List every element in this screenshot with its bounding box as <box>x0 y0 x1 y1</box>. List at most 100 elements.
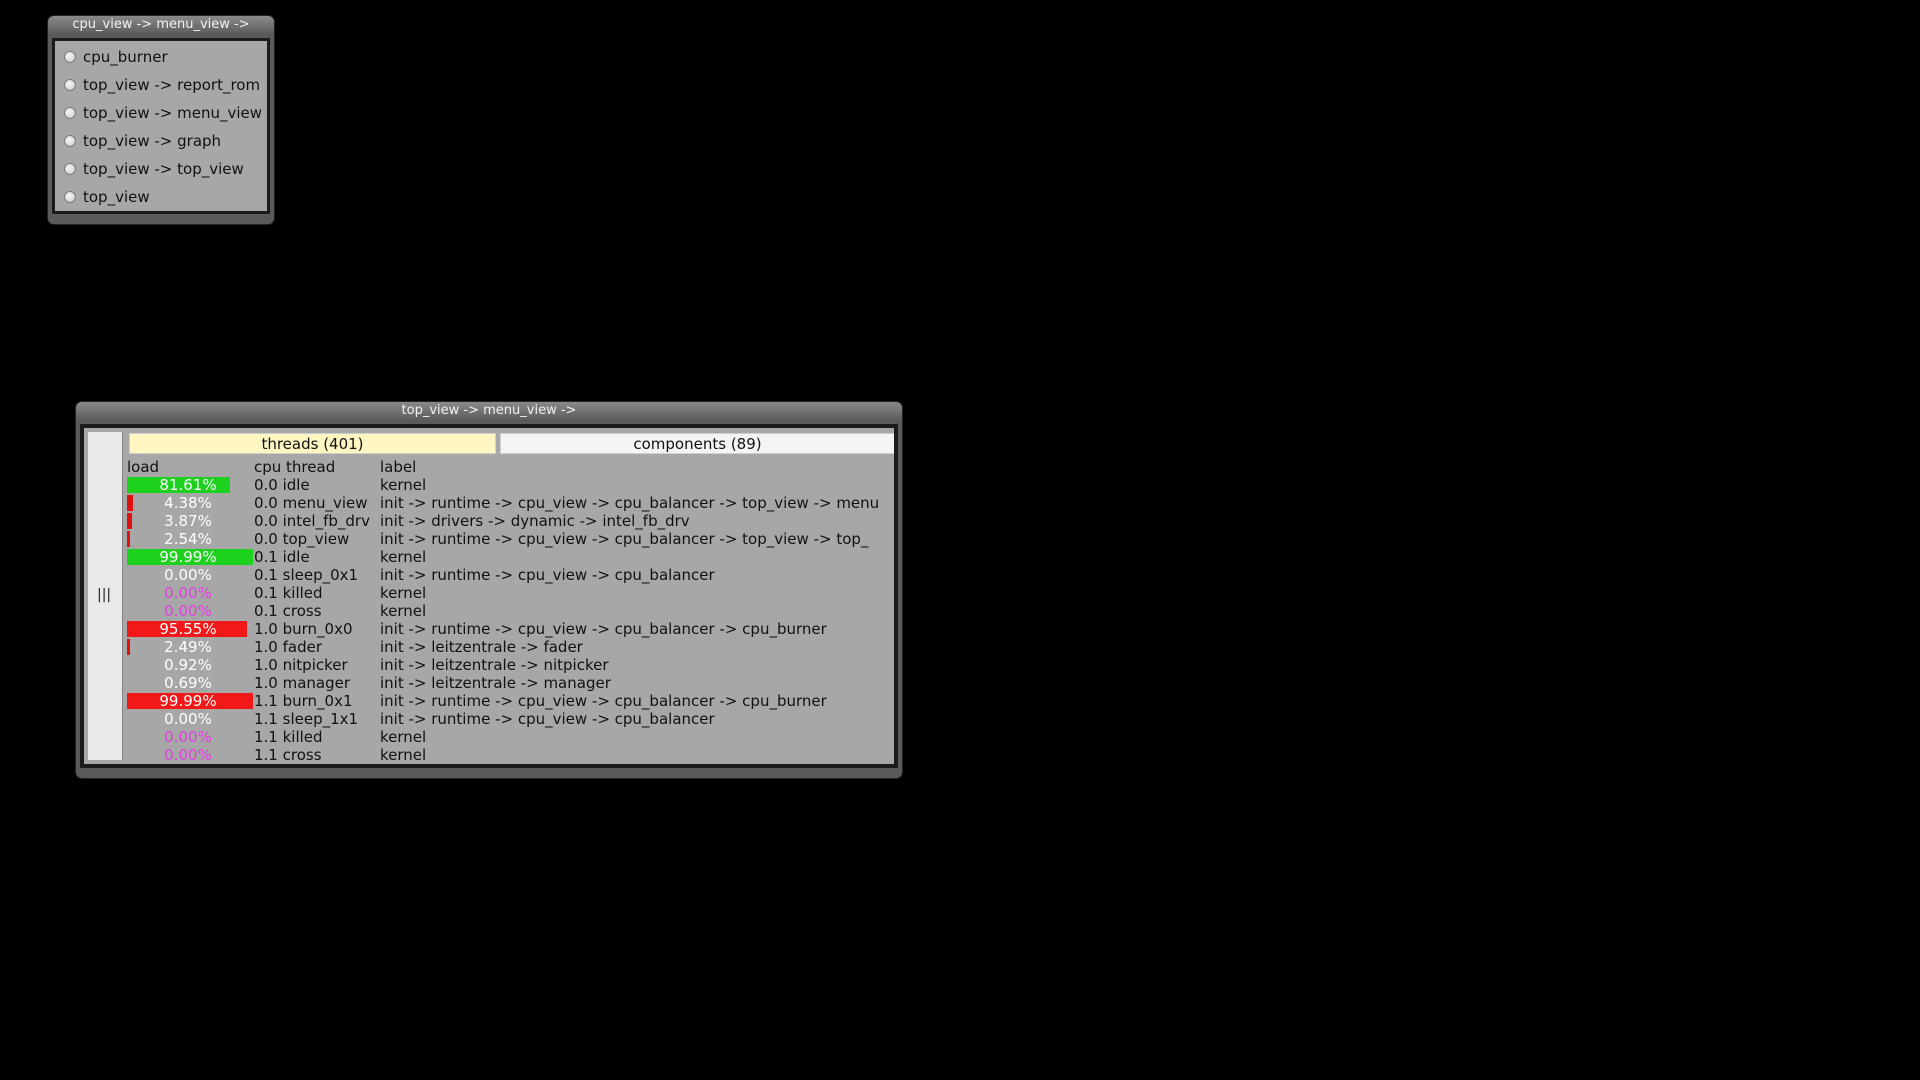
column-header-load[interactable]: load <box>127 458 159 476</box>
list-item-label: top_view -> top_view <box>83 160 244 178</box>
top-view-window: top_view -> menu_view -> ||| threads (40… <box>76 402 902 778</box>
table-row[interactable]: 0.00% 0.1 cross kernel <box>84 602 894 620</box>
list-item-label: top_view -> menu_view <box>83 104 263 122</box>
radio-button-icon[interactable] <box>64 79 76 91</box>
cpu-thread-cell: 1.0 fader <box>254 638 323 656</box>
column-header-cpu-thread[interactable]: cpu thread <box>254 458 335 476</box>
load-bar <box>127 513 132 529</box>
list-item[interactable]: cpu_burner <box>55 43 267 71</box>
radio-button-icon[interactable] <box>64 135 76 147</box>
table-row[interactable]: 0.92% 1.0 nitpicker init -> leitzentrale -… <box>84 656 894 674</box>
label-cell: init -> runtime -> cpu_view -> cpu_balan… <box>380 566 715 584</box>
list-item-label: top_view <box>83 188 150 206</box>
label-cell: init -> leitzentrale -> fader <box>380 638 583 656</box>
list-item[interactable]: top_view -> top_view <box>55 155 267 183</box>
window-frame: cpu_burner top_view -> report_rom top_view… <box>52 38 270 214</box>
cpu-thread-cell: 0.1 idle <box>254 548 310 566</box>
label-cell: init -> leitzentrale -> manager <box>380 674 611 692</box>
load-value: 0.00% <box>164 602 212 620</box>
label-cell: kernel <box>380 548 427 566</box>
list-item-label: top_view -> report_rom <box>83 76 261 94</box>
load-bar <box>127 495 133 511</box>
table-row[interactable]: 0.00% 1.1 killed kernel <box>84 728 894 746</box>
label-cell: init -> runtime -> cpu_view -> cpu_balan… <box>380 692 827 710</box>
list-item[interactable]: top_view <box>55 183 267 211</box>
table-row[interactable]: 95.55% 1.0 burn_0x0 init -> runtime -> cpu… <box>84 620 894 638</box>
table-row[interactable]: 0.00% 0.1 killed kernel <box>84 584 894 602</box>
list-item[interactable]: top_view -> report_rom <box>55 71 267 99</box>
table-row[interactable]: 0.00% 1.1 sleep_1x1 init -> runtime -> cpu… <box>84 710 894 728</box>
table-row[interactable]: 4.38% 0.0 menu_view init -> runtime -> cpu… <box>84 494 894 512</box>
load-value: 4.38% <box>164 494 212 512</box>
thread-table: 81.61% 0.0 idle kernel 4.38% 0.0 menu_view in… <box>84 476 894 764</box>
table-row[interactable]: 0.69% 1.0 manager init -> leitzentrale -> … <box>84 674 894 692</box>
label-cell: kernel <box>380 746 427 764</box>
list-item-label: top_view -> graph <box>83 132 222 150</box>
cpu-thread-cell: 1.0 burn_0x0 <box>254 620 353 638</box>
cpu-thread-cell: 0.0 top_view <box>254 530 350 548</box>
threads-panel: ||| threads (401) components (89) load c… <box>84 428 894 764</box>
radio-button-icon[interactable] <box>64 51 76 63</box>
label-cell: init -> runtime -> cpu_view -> cpu_balan… <box>380 530 869 548</box>
load-bar <box>127 639 130 655</box>
cpu-thread-cell: 0.0 intel_fb_drv <box>254 512 370 530</box>
load-bar <box>127 531 130 547</box>
table-row[interactable]: 99.99% 0.1 idle kernel <box>84 548 894 566</box>
label-cell: init -> runtime -> cpu_view -> cpu_balan… <box>380 620 827 638</box>
radio-button-icon[interactable] <box>64 107 76 119</box>
column-header-label[interactable]: label <box>380 458 416 476</box>
cpu-thread-cell: 0.0 menu_view <box>254 494 368 512</box>
load-value: 3.87% <box>164 512 212 530</box>
window-frame: ||| threads (401) components (89) load c… <box>80 424 898 768</box>
list-item[interactable]: top_view -> graph <box>55 127 267 155</box>
list-item-label: cpu_burner <box>83 48 168 66</box>
table-row[interactable]: 3.87% 0.0 intel_fb_drv init -> drivers -> … <box>84 512 894 530</box>
component-list: cpu_burner top_view -> report_rom top_view… <box>55 41 267 211</box>
load-value: 99.99% <box>159 548 217 566</box>
cpu-thread-cell: 0.1 sleep_0x1 <box>254 566 359 584</box>
load-value: 0.69% <box>164 674 212 692</box>
load-value: 2.49% <box>164 638 212 656</box>
load-value: 2.54% <box>164 530 212 548</box>
cpu-thread-cell: 1.0 nitpicker <box>254 656 348 674</box>
cpu-thread-cell: 1.0 manager <box>254 674 351 692</box>
table-row[interactable]: 99.99% 1.1 burn_0x1 init -> runtime -> cpu… <box>84 692 894 710</box>
load-value: 0.00% <box>164 710 212 728</box>
window-title[interactable]: top_view -> menu_view -> <box>76 402 902 420</box>
table-row[interactable]: 0.00% 0.1 sleep_0x1 init -> runtime -> cpu… <box>84 566 894 584</box>
label-cell: kernel <box>380 476 427 494</box>
radio-button-icon[interactable] <box>64 191 76 203</box>
label-cell: kernel <box>380 602 427 620</box>
load-value: 99.99% <box>159 692 217 710</box>
cpu-thread-cell: 0.0 idle <box>254 476 310 494</box>
load-value: 0.00% <box>164 566 212 584</box>
load-value: 0.00% <box>164 746 212 764</box>
load-value: 0.92% <box>164 656 212 674</box>
cpu-thread-cell: 0.1 killed <box>254 584 323 602</box>
component-menu-window: cpu_view -> menu_view -> cpu_burner top_v… <box>48 16 274 224</box>
radio-button-icon[interactable] <box>64 163 76 175</box>
table-row[interactable]: 2.49% 1.0 fader init -> leitzentrale -> fa… <box>84 638 894 656</box>
cpu-thread-cell: 1.1 cross <box>254 746 322 764</box>
cpu-thread-cell: 1.1 burn_0x1 <box>254 692 353 710</box>
cpu-thread-cell: 0.1 cross <box>254 602 322 620</box>
label-cell: init -> runtime -> cpu_view -> cpu_balan… <box>380 494 880 512</box>
cpu-thread-cell: 1.1 sleep_1x1 <box>254 710 359 728</box>
load-value: 95.55% <box>159 620 217 638</box>
tab-threads[interactable]: threads (401) <box>129 433 496 454</box>
table-row[interactable]: 2.54% 0.0 top_view init -> runtime -> cpu_… <box>84 530 894 548</box>
label-cell: init -> leitzentrale -> nitpicker <box>380 656 609 674</box>
load-value: 0.00% <box>164 584 212 602</box>
tab-components[interactable]: components (89) <box>500 433 894 454</box>
label-cell: kernel <box>380 584 427 602</box>
label-cell: init -> drivers -> dynamic -> intel_fb_d… <box>380 512 690 530</box>
load-value: 0.00% <box>164 728 212 746</box>
label-cell: kernel <box>380 728 427 746</box>
load-value: 81.61% <box>159 476 217 494</box>
window-title[interactable]: cpu_view -> menu_view -> <box>48 16 274 34</box>
table-row[interactable]: 0.00% 1.1 cross kernel <box>84 746 894 764</box>
table-row[interactable]: 81.61% 0.0 idle kernel <box>84 476 894 494</box>
list-item[interactable]: top_view -> menu_view <box>55 99 267 127</box>
cpu-thread-cell: 1.1 killed <box>254 728 323 746</box>
label-cell: init -> runtime -> cpu_view -> cpu_balan… <box>380 710 715 728</box>
